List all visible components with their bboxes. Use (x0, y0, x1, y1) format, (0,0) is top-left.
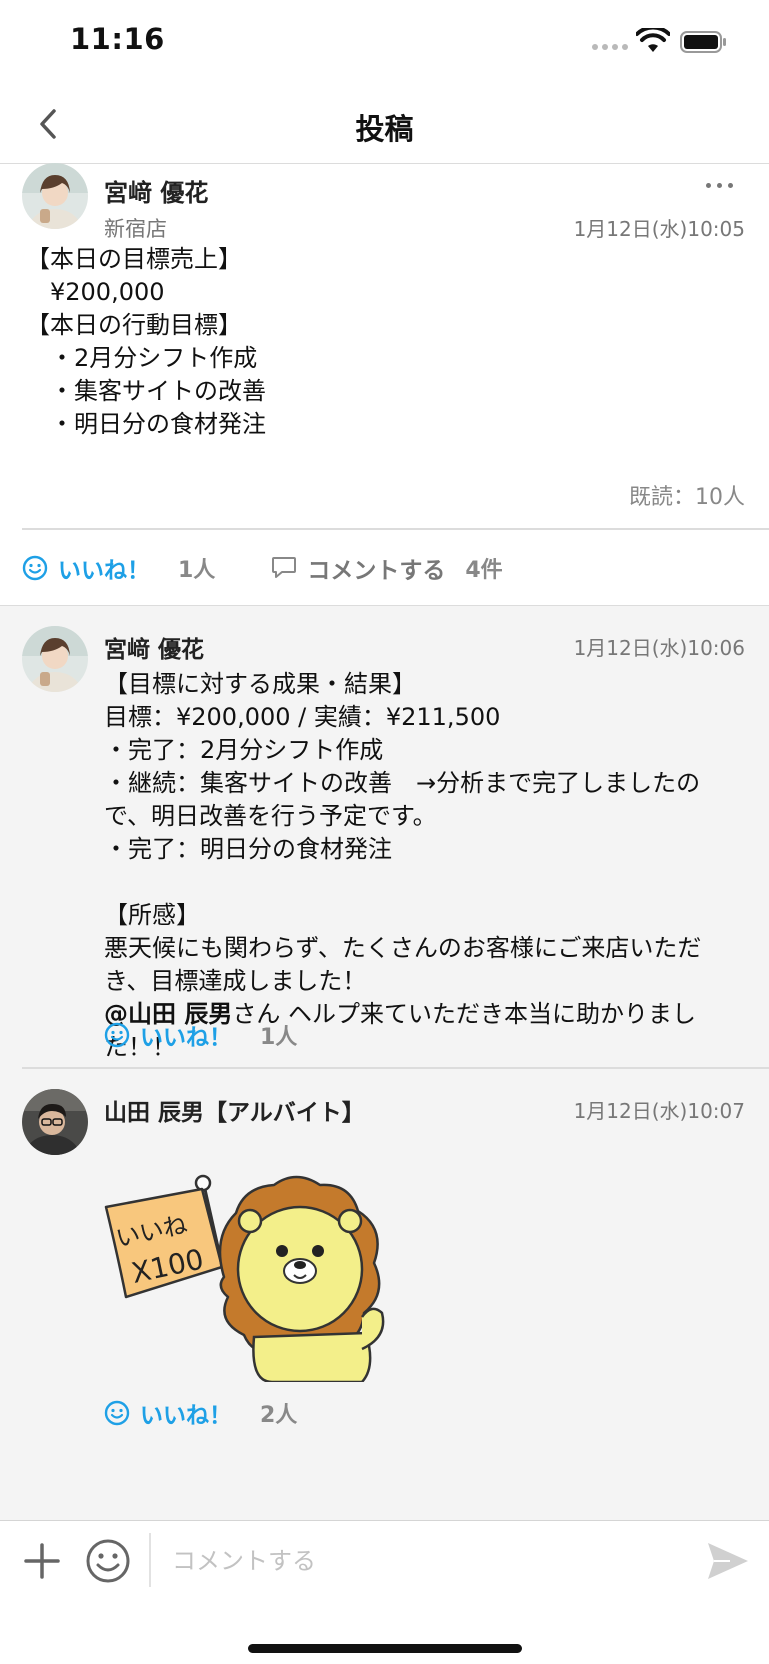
emoji-icon[interactable] (84, 1537, 132, 1585)
like-label: いいね！ (140, 1025, 232, 1051)
page-title: 投稿 (355, 112, 414, 146)
status-bar: 11:16 (0, 0, 769, 84)
nav-bar: 投稿 (0, 84, 769, 164)
comment-item: 山田 辰男【アルバイト】 1月12日(水)10:07 いいね X100 いいね！… (0, 1069, 769, 1520)
like-count[interactable]: 2人 (260, 1397, 297, 1429)
like-button[interactable]: いいね！ (22, 551, 150, 585)
smile-icon (104, 1022, 130, 1048)
avatar[interactable] (22, 626, 88, 692)
post-store-name: 新宿店 (104, 217, 167, 241)
cellular-signal-icon (592, 44, 628, 50)
comment-input[interactable] (172, 1535, 672, 1587)
post-body: 【本日の目標売上】 ¥200,000 【本日の行動目標】 ・2月分シフト作成 ・… (26, 245, 266, 438)
comment-timestamp: 1月12日(水)10:06 (573, 636, 745, 660)
comment-list: 宮﨑 優花 1月12日(水)10:06 【目標に対する成果・結果】 目標：¥20… (0, 605, 769, 1520)
like-button[interactable]: いいね！ 1人 (104, 1018, 297, 1052)
avatar[interactable] (22, 163, 88, 229)
lion-sticker: いいね X100 (104, 1174, 385, 1382)
plus-icon[interactable] (22, 1541, 62, 1581)
screen: 11:16 投稿 宮﨑 優花 新宿店 1月12日(水)10:05 【本日の目標売… (0, 0, 769, 1664)
wifi-icon (636, 28, 670, 52)
like-label: いいね！ (58, 558, 150, 584)
more-dots-icon[interactable] (706, 183, 733, 188)
comment-timestamp: 1月12日(水)10:07 (573, 1099, 745, 1123)
like-count[interactable]: 1人 (178, 552, 215, 584)
like-count[interactable]: 1人 (260, 1019, 297, 1051)
status-time: 11:16 (70, 22, 165, 56)
divider (149, 1533, 151, 1587)
smile-icon (22, 555, 48, 581)
post-timestamp: 1月12日(水)10:05 (573, 217, 745, 241)
home-indicator[interactable] (248, 1644, 522, 1653)
comment-label: コメントする (307, 558, 446, 584)
comment-button[interactable]: コメントする (271, 551, 445, 585)
speech-bubble-icon (272, 557, 297, 578)
comment-author-name[interactable]: 山田 辰男【アルバイト】 (104, 1093, 365, 1127)
comment-author-name[interactable]: 宮﨑 優花 (104, 630, 204, 664)
avatar[interactable] (22, 1089, 88, 1155)
post-actions: いいね！ 1人 コメントする 4件 (22, 545, 503, 591)
battery-icon (680, 31, 726, 53)
smile-icon (104, 1400, 130, 1426)
post-author-name[interactable]: 宮﨑 優花 (104, 173, 208, 208)
comment-count: 4件 (465, 558, 503, 583)
send-icon[interactable] (704, 1537, 752, 1585)
comment-body: 【目標に対する成果・結果】 目標：¥200,000 / 実績：¥211,500 … (104, 668, 744, 1064)
comment-item: 宮﨑 優花 1月12日(水)10:06 【目標に対する成果・結果】 目標：¥20… (0, 606, 769, 1103)
divider (22, 528, 769, 530)
like-button[interactable]: いいね！ 2人 (104, 1396, 297, 1430)
post: 宮﨑 優花 新宿店 1月12日(水)10:05 【本日の目標売上】 ¥200,0… (0, 163, 769, 605)
comment-text: 【目標に対する成果・結果】 目標：¥200,000 / 実績：¥211,500 … (104, 670, 702, 995)
like-label: いいね！ (140, 1403, 232, 1429)
comment-composer (0, 1520, 769, 1664)
read-count[interactable]: 既読：10人 (629, 479, 745, 511)
